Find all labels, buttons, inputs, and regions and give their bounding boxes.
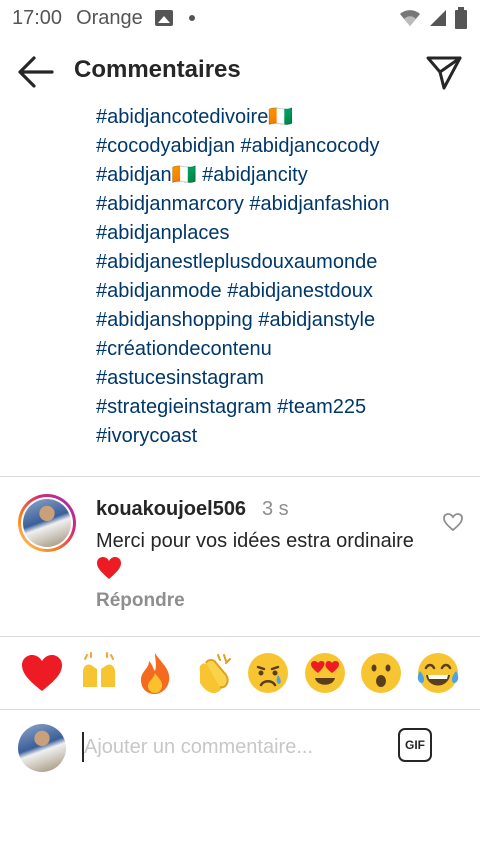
signal-icon [430,10,446,26]
paper-plane-icon[interactable] [424,52,464,92]
comment-composer: GIF [0,710,480,782]
hashtag-line[interactable]: #astucesinstagram [96,364,466,393]
reply-button[interactable]: Répondre [96,590,185,612]
hashtag-line[interactable]: #abidjanmode #abidjanestdoux [96,277,466,306]
status-bar: 17:00 Orange [0,0,480,36]
comment-username[interactable]: kouakoujoel506 [96,498,246,521]
hashtag-line[interactable]: #ivorycoast [96,422,466,451]
comment-text: Merci pour vos idées estra ordinaire [96,526,426,586]
comment-item: kouakoujoel506 3 s Merci pour vos idées … [0,478,480,636]
caption-hashtags: #abidjancotedivoire🇨🇮 #cocodyabidjan #ab… [96,103,466,451]
tears-of-joy-emoji-button[interactable] [416,651,460,695]
status-carrier: Orange [76,6,143,29]
hashtag-line[interactable]: #abidjancotedivoire🇨🇮 [96,103,466,132]
hashtag-line[interactable]: #abidjanplaces [96,219,466,248]
hashtag-line[interactable]: #strategieinstagram #team225 [96,393,466,422]
raising-hands-emoji-button[interactable] [77,651,121,695]
divider [0,476,480,477]
clapping-hands-emoji-button[interactable] [190,651,234,695]
surprised-face-emoji-button[interactable] [359,651,403,695]
hashtag-line[interactable]: #cocodyabidjan #abidjancocody [96,132,466,161]
comment-time: 3 s [262,498,289,520]
red-heart-emoji-button[interactable] [20,651,64,695]
hashtag-line[interactable]: #abidjanmarcory #abidjanfashion [96,190,466,219]
notification-dot [188,15,195,21]
crying-face-emoji-button[interactable] [246,651,290,695]
heart-outline-icon[interactable] [442,512,464,532]
comment-input[interactable] [84,732,374,762]
gif-button[interactable]: GIF [398,728,432,762]
status-icons [398,7,468,29]
wifi-icon [400,10,420,26]
app-bar: Commentaires [0,36,480,108]
arrow-left-icon[interactable] [16,54,56,90]
avatar-image [23,499,71,547]
hashtag-line[interactable]: #abidjanshopping #abidjanstyle [96,306,466,335]
red-heart-emoji [97,557,121,579]
heart-eyes-emoji-button[interactable] [303,651,347,695]
hashtag-line[interactable]: #abidjan🇨🇮 #abidjancity [96,161,466,190]
status-time: 17:00 [12,6,63,29]
gallery-icon [154,10,173,26]
avatar[interactable] [18,494,76,552]
fire-emoji-button[interactable] [133,651,177,695]
hashtag-line[interactable]: #créationdecontenu [96,335,466,364]
page-title: Commentaires [74,56,241,83]
battery-icon [455,7,467,29]
comment-body: Merci pour vos idées estra ordinaire [96,530,414,552]
emoji-bar [0,637,480,709]
avatar [18,724,66,772]
hashtag-line[interactable]: #abidjanestleplusdouxaumonde [96,248,466,277]
